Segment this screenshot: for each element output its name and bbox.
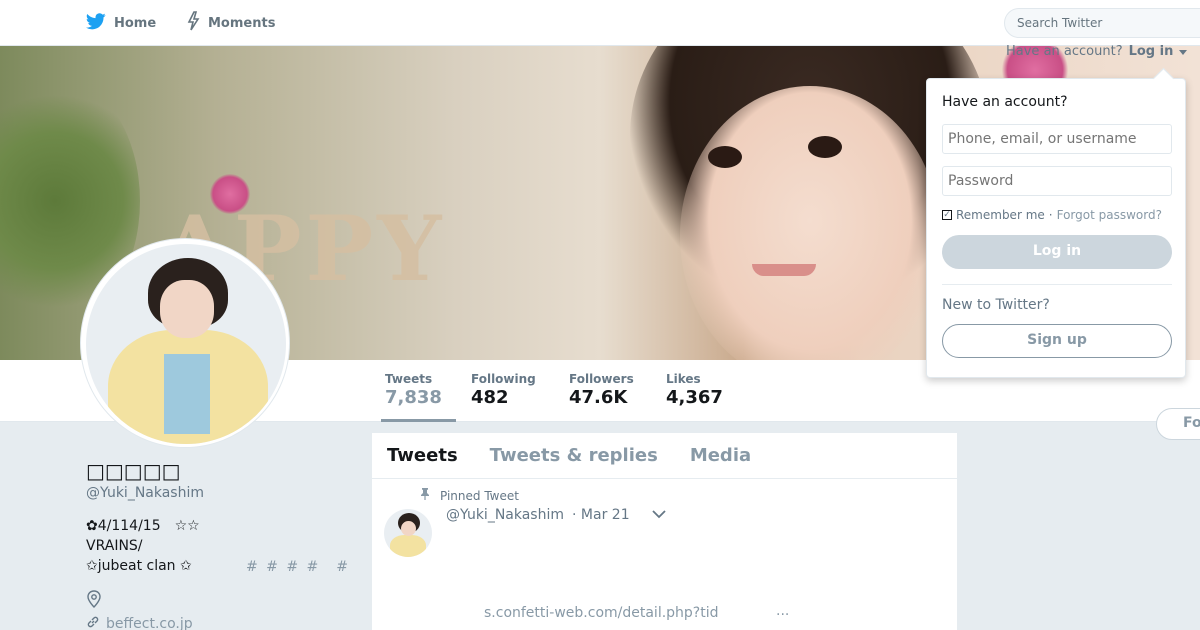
follow-button[interactable]: Fo [1156,408,1200,440]
tweet-header: @Yuki_Nakashim · Mar 21 [446,507,666,523]
banner-portrait-eye [808,136,842,158]
tweet-handle[interactable]: @Yuki_Nakashim [446,507,564,523]
forgot-password-link[interactable]: Forgot password? [1057,208,1162,222]
new-to-twitter-text: New to Twitter? [942,297,1050,313]
lightning-icon [186,11,200,35]
pinned-tweet-label: Pinned Tweet [420,488,519,503]
stat-value: 482 [471,387,509,408]
stat-value: 7,838 [385,387,442,408]
tweet-avatar-body [390,535,426,557]
top-nav: Home Moments Search Twitter [0,0,1200,46]
tweet-date[interactable]: · Mar 21 [572,507,630,523]
chevron-down-icon[interactable] [651,507,666,523]
bio-line: VRAINS/ [86,538,143,554]
tab-tweets[interactable]: Tweets [387,445,458,478]
login-button[interactable]: Log in [942,235,1172,269]
account-login-trigger[interactable]: Have an account? Log in [1006,44,1188,59]
nav-home[interactable]: Home [85,12,157,34]
stat-value: 4,367 [666,387,723,408]
pinned-label: Pinned Tweet [440,488,519,503]
tweet-avatar[interactable] [384,509,432,557]
pin-icon [420,488,430,503]
avatar [86,244,286,444]
search-input[interactable]: Search Twitter [1004,8,1200,38]
twitter-bird-icon [85,12,106,34]
tab-tweets-replies[interactable]: Tweets & replies [490,445,658,478]
remember-row: ✓ Remember me · Forgot password? [942,208,1170,222]
nav-moments[interactable]: Moments [186,11,276,35]
stat-label: Tweets [385,372,433,386]
banner-portrait-mouth [752,264,816,276]
nav-moments-label: Moments [208,15,276,31]
caret-down-icon [1179,44,1188,59]
stat-label: Likes [666,372,701,386]
profile-avatar[interactable] [80,238,290,448]
stat-likes[interactable]: Likes 4,367 [666,372,723,408]
avatar-shirt [164,354,210,434]
banner-flower [210,174,250,214]
signup-button[interactable]: Sign up [942,324,1172,358]
separator: · [1048,208,1053,222]
stat-label: Followers [569,372,634,386]
link-icon [86,615,100,630]
login-dropdown: Have an account? ✓ Remember me · Forgot … [926,78,1186,378]
timeline: Tweets Tweets & replies Media Pinned Twe… [371,432,958,630]
password-field[interactable] [942,166,1172,196]
profile-handle[interactable]: @Yuki_Nakashim [86,485,204,501]
bio-line: ✿4/114/15 ☆☆ [86,518,200,534]
profile-website[interactable]: beffect.co.jp [86,615,193,630]
have-account-text: Have an account? [1006,44,1123,59]
remember-label[interactable]: Remember me [956,208,1045,222]
username-field[interactable] [942,124,1172,154]
website-link[interactable]: beffect.co.jp [106,616,193,630]
login-link[interactable]: Log in [1129,44,1174,59]
stat-following[interactable]: Following 482 [471,372,536,408]
stat-followers[interactable]: Followers 47.6K [569,372,634,408]
stat-tweets[interactable]: Tweets 7,838 [381,372,456,422]
banner-portrait-eye [708,146,742,168]
avatar-face [160,280,214,338]
tweet-avatar-face [401,521,416,536]
tab-media[interactable]: Media [690,445,751,478]
stat-value: 47.6K [569,387,628,408]
stat-label: Following [471,372,536,386]
divider [942,284,1172,285]
tweet-link[interactable]: s.confetti-web.com/detail.php?tid [484,605,719,621]
dropdown-title: Have an account? [942,94,1068,110]
profile-name[interactable]: □□□□□ [86,459,180,483]
bio-hashtags[interactable]: # # # # # [246,556,350,576]
nav-home-label: Home [114,15,157,31]
timeline-tabs: Tweets Tweets & replies Media [372,433,957,479]
location-icon [86,590,102,612]
tweet-ellipsis: ... [776,603,790,619]
remember-checkbox[interactable]: ✓ [942,210,952,220]
